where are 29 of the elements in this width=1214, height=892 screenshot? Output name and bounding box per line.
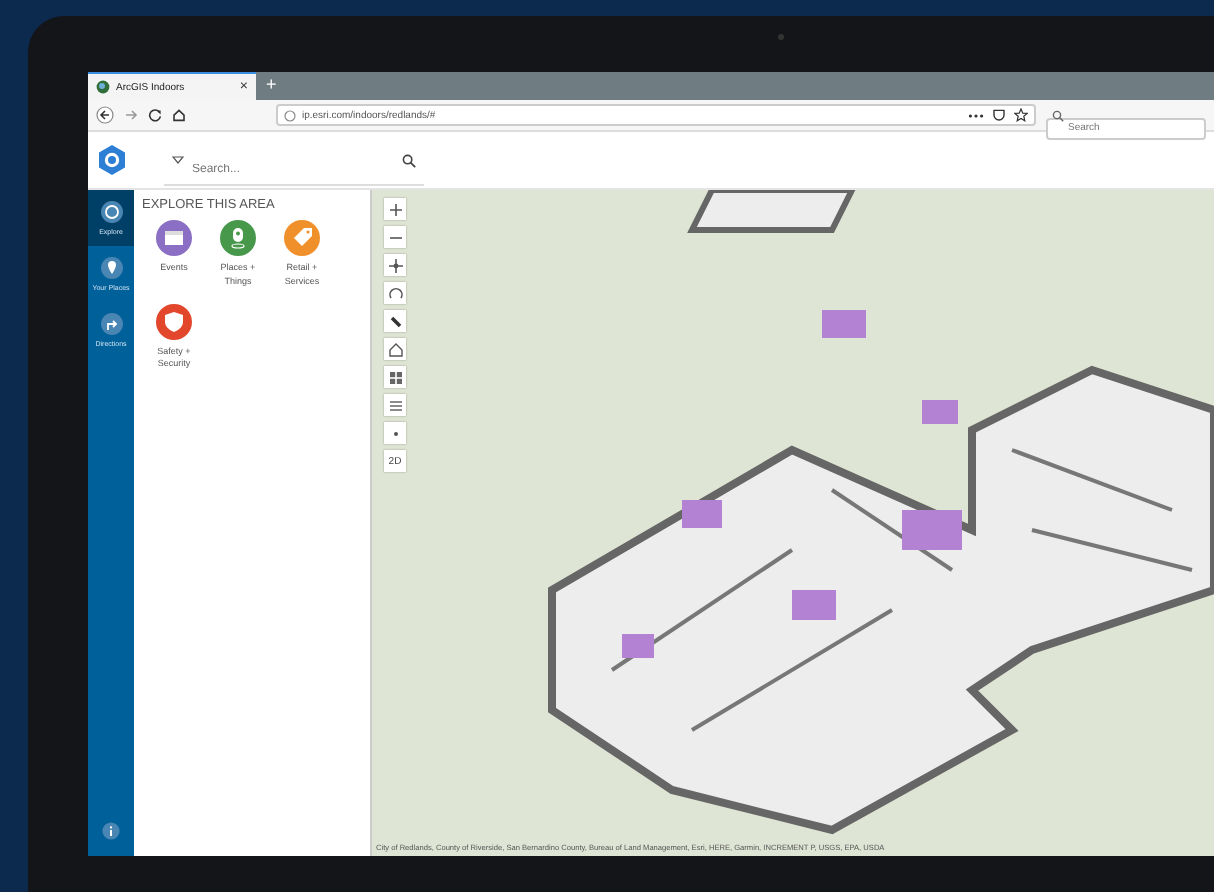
info-icon[interactable]: [102, 822, 120, 840]
layers-icon: [387, 397, 403, 413]
logo-icon[interactable]: [98, 144, 126, 176]
more-icon[interactable]: [968, 109, 984, 121]
home-icon: [387, 341, 403, 357]
rotate-icon: [387, 285, 403, 301]
map-tool-button[interactable]: [384, 338, 406, 360]
directions-icon: [99, 312, 123, 336]
pin-icon: [99, 256, 123, 280]
globe-icon: [96, 80, 110, 94]
info-icon: [284, 109, 296, 121]
grid-icon: [387, 369, 403, 385]
move-icon: [387, 257, 403, 273]
map-tool-button[interactable]: [384, 310, 406, 332]
explore-icon: [99, 200, 123, 224]
zoom-in-icon: [387, 201, 403, 217]
reload-icon[interactable]: [148, 108, 162, 122]
caret-icon: [172, 156, 184, 164]
map-tool-button[interactable]: [384, 254, 406, 276]
new-tab-button[interactable]: +: [256, 72, 287, 100]
compass-icon: [387, 313, 403, 329]
map-tool-button[interactable]: [384, 366, 406, 388]
home-icon[interactable]: [172, 108, 186, 122]
star-icon[interactable]: [1014, 108, 1028, 122]
search-icon: [402, 153, 416, 167]
map-tool-button[interactable]: [384, 282, 406, 304]
forward-icon[interactable]: [124, 108, 138, 122]
pocket-icon[interactable]: [992, 108, 1006, 122]
back-icon[interactable]: [96, 106, 114, 124]
